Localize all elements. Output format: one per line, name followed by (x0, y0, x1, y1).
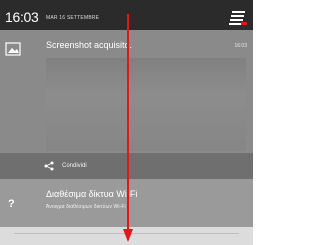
notification-subtitle: Άνοιγμα διαθέσιμων δικτύων Wi-Fi (46, 204, 126, 210)
notification-title: Screenshot acquisito. (46, 40, 133, 50)
date-label: MAR 16 SETTEMBRE (46, 15, 100, 21)
settings-list-icon[interactable] (229, 9, 247, 25)
notification-time: 16:03 (234, 43, 247, 49)
status-bar: 16:03 MAR 16 SETTEMBRE (0, 0, 253, 30)
notification-shade: 16:03 MAR 16 SETTEMBRE Screenshot acquis… (0, 0, 253, 245)
svg-text:?: ? (8, 198, 15, 209)
shade-bottom (0, 227, 253, 245)
screenshot-notification[interactable]: Screenshot acquisito. 16:03 (0, 30, 253, 153)
notification-action-bar: Condividi (0, 153, 253, 179)
wifi-question-icon: ? (8, 198, 15, 209)
drag-handle[interactable] (14, 233, 239, 234)
share-label: Condividi (62, 163, 87, 169)
wifi-notification[interactable]: ? Διαθέσιμα δίκτυα Wi-Fi Άνοιγμα διαθέσι… (0, 179, 253, 227)
share-button[interactable]: Condividi (44, 153, 87, 179)
image-icon (5, 42, 21, 56)
share-icon (44, 161, 54, 171)
screenshot-preview[interactable] (46, 58, 246, 151)
clock: 16:03 (5, 9, 39, 25)
notification-title: Διαθέσιμα δίκτυα Wi-Fi (46, 189, 138, 199)
